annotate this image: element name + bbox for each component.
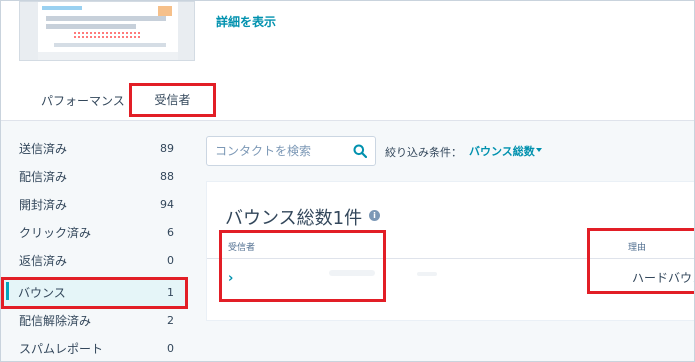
tab-performance[interactable]: パフォーマンス: [29, 87, 137, 120]
search-icon[interactable]: [353, 144, 367, 158]
redacted-recipient-name: [329, 270, 375, 276]
preview-dotted-box: [74, 32, 140, 38]
sidebar-item-bounced[interactable]: バウンス 1: [1, 277, 188, 309]
bounce-table-card: バウンス総数1件 i 受信者 › 理由 ハードバウンス: [206, 181, 694, 321]
recipient-column-highlight: 受信者 ›: [219, 230, 386, 302]
email-preview-canvas: [38, 2, 178, 60]
card-title: バウンス総数1件: [225, 208, 363, 229]
sidebar-item-label: クリック済み: [19, 226, 92, 240]
sidebar-item-label: スパムレポート: [19, 342, 104, 356]
sidebar-item-label: 返信済み: [19, 254, 68, 268]
sidebar-item-spam-reports[interactable]: スパムレポート 0: [1, 335, 188, 361]
sidebar-item-count: 1: [167, 286, 174, 299]
sidebar-item-label: バウンス: [18, 286, 66, 300]
view-details-link[interactable]: 詳細を表示: [216, 13, 276, 30]
sidebar-item-clicked[interactable]: クリック済み 6: [1, 219, 188, 247]
chevron-right-icon[interactable]: ›: [228, 271, 233, 286]
column-header-reason[interactable]: 理由: [628, 240, 646, 253]
sidebar-item-unsubscribed[interactable]: 配信解除済み 2: [1, 307, 188, 335]
tab-bar: パフォーマンス 受信者: [1, 83, 694, 121]
recipient-list-panel: 絞り込み条件： バウンス総数 バウンス総数1件 i 受信者 › 理由 ハードバウ…: [188, 121, 694, 361]
chevron-down-icon[interactable]: [536, 148, 542, 152]
preview-badge: [158, 6, 172, 16]
email-detail-page: 詳細を表示 パフォーマンス 受信者 送信済み 89 配信済み 88 開封済み 9…: [0, 0, 695, 362]
recipient-status-sidebar: 送信済み 89 配信済み 88 開封済み 94 クリック済み 6 返信済み 0 …: [1, 121, 188, 361]
preview-caption: [54, 43, 166, 47]
sidebar-item-count: 0: [167, 342, 174, 355]
preview-header-bar: [42, 6, 82, 10]
sidebar-item-label: 配信解除済み: [19, 314, 92, 328]
email-preview-thumbnail[interactable]: [19, 1, 195, 61]
sidebar-item-count: 0: [167, 254, 174, 267]
sidebar-item-count: 94: [160, 198, 174, 211]
sidebar-item-label: 開封済み: [19, 198, 68, 212]
sidebar-item-count: 2: [167, 314, 174, 327]
sidebar-item-replied[interactable]: 返信済み 0: [1, 247, 188, 275]
tab-recipients[interactable]: 受信者: [129, 83, 216, 117]
filter-label: 絞り込み条件：: [385, 146, 462, 159]
sidebar-item-label: 配信済み: [19, 170, 68, 184]
sidebar-item-label: 送信済み: [19, 142, 68, 156]
preview-footer: [38, 52, 178, 60]
sidebar-item-sent[interactable]: 送信済み 89: [1, 135, 188, 163]
preview-line: [46, 24, 136, 29]
info-icon[interactable]: i: [369, 210, 380, 221]
sidebar-item-opened[interactable]: 開封済み 94: [1, 191, 188, 219]
sidebar-item-count: 88: [160, 170, 174, 183]
active-indicator: [6, 282, 9, 300]
filter-dropdown[interactable]: バウンス総数: [469, 143, 535, 159]
reason-column-highlight: 理由 ハードバウンス: [587, 228, 694, 294]
bounce-reason: ハードバウンス: [632, 271, 694, 285]
search-input[interactable]: [215, 137, 345, 165]
redacted-recipient-email: [417, 272, 437, 276]
contact-search[interactable]: [206, 136, 376, 166]
sidebar-item-count: 6: [167, 226, 174, 239]
column-header-recipient[interactable]: 受信者: [228, 240, 255, 253]
sidebar-item-delivered[interactable]: 配信済み 88: [1, 163, 188, 191]
sidebar-item-count: 89: [160, 142, 174, 155]
preview-line: [46, 16, 166, 21]
